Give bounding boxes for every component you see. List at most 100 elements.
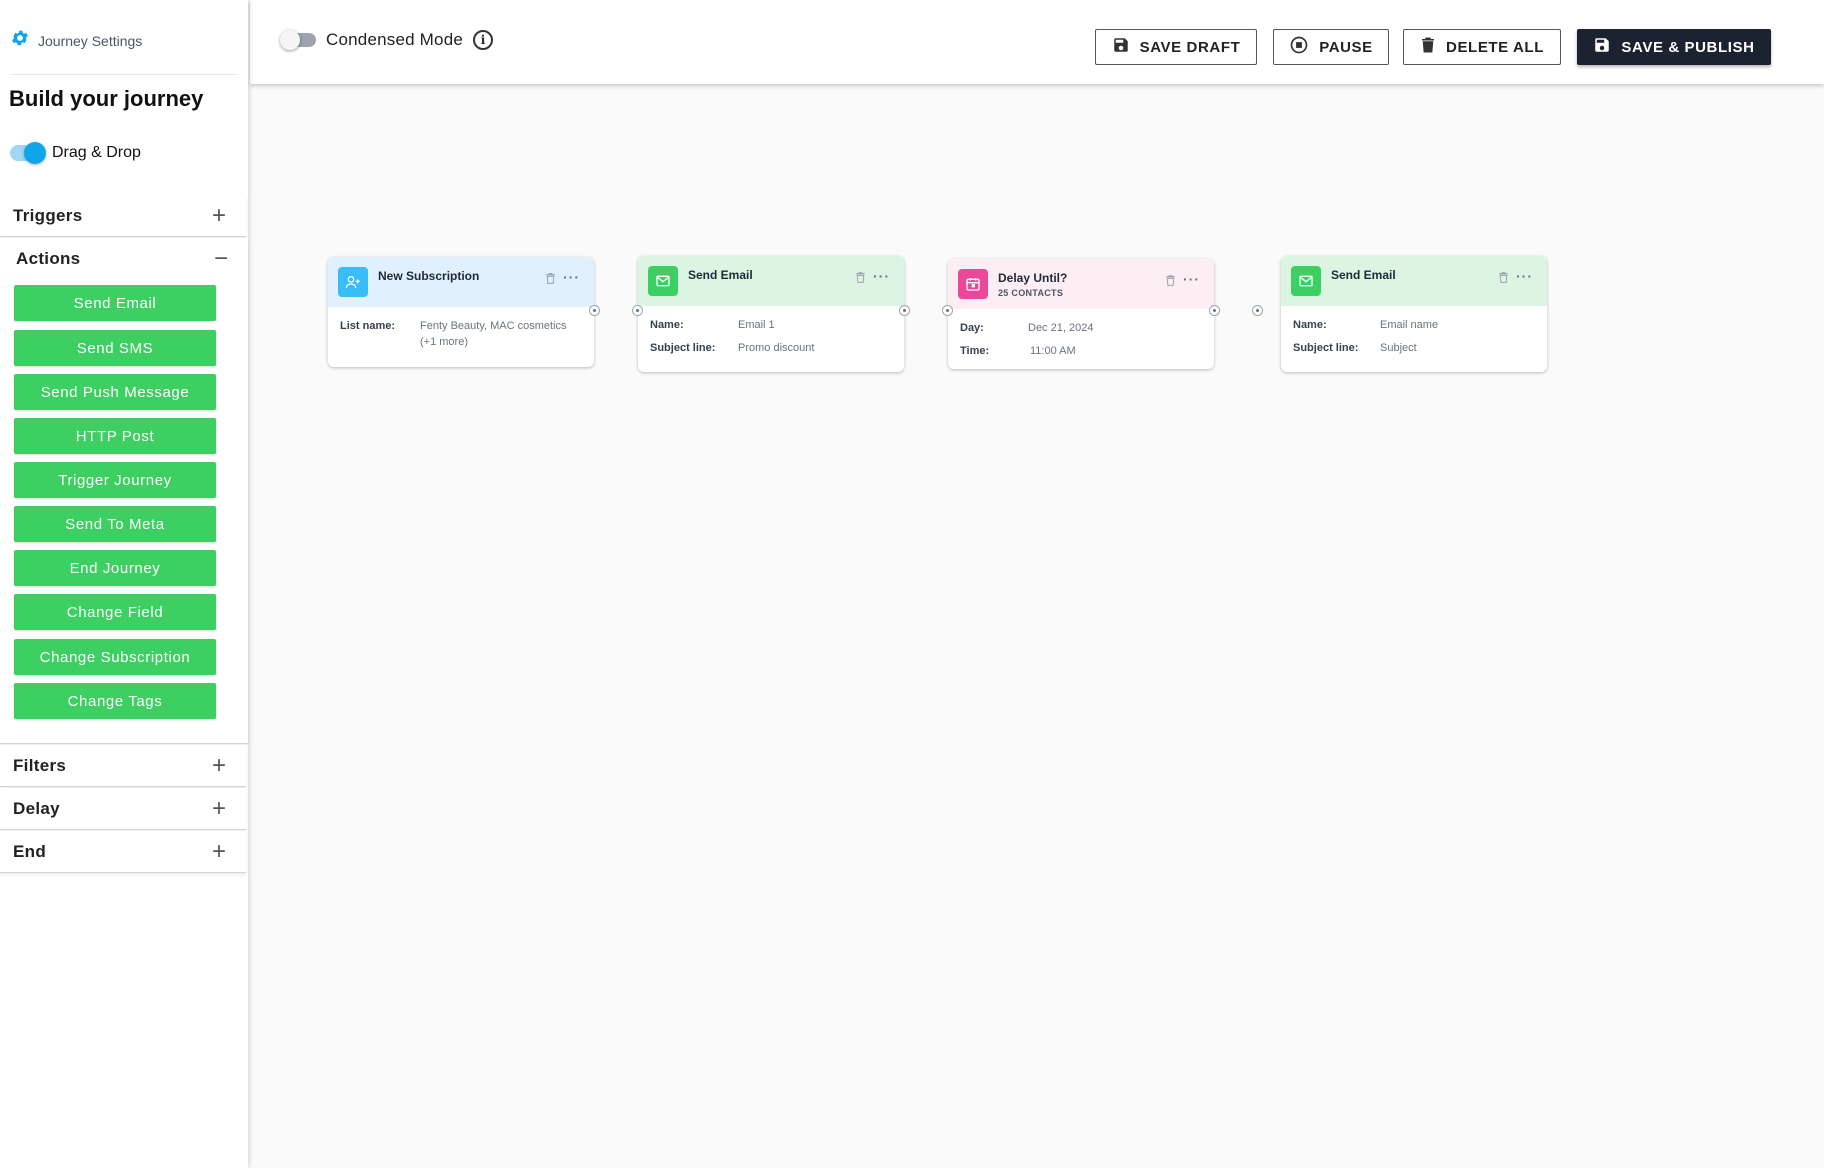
save-draft-button[interactable]: SAVE DRAFT — [1095, 29, 1257, 65]
section-actions-header[interactable]: Actions − — [0, 238, 248, 280]
node-header: Send Email ··· — [638, 256, 904, 306]
plus-icon[interactable]: + — [212, 839, 226, 864]
connector-handle[interactable] — [1209, 305, 1220, 316]
node-body: Name: Email name Subject line: Subject — [1281, 306, 1547, 374]
section-filters[interactable]: Filters + — [0, 745, 246, 787]
trash-icon — [1420, 36, 1436, 58]
condensed-mode-toggle[interactable] — [280, 30, 316, 50]
action-change-tags[interactable]: Change Tags — [14, 683, 216, 719]
toggle-knob — [24, 142, 46, 164]
plus-icon[interactable]: + — [212, 203, 226, 228]
node-field: Subject line: Promo discount — [650, 341, 892, 357]
node-field: List name: Fenty Beauty, MAC cosmetics (… — [340, 319, 582, 351]
action-end-journey[interactable]: End Journey — [14, 550, 216, 586]
toolbar: Condensed Mode i SAVE DRAFT PAUSE DELETE… — [250, 0, 1824, 84]
field-key: Subject line: — [650, 341, 716, 354]
node-field: Name: Email 1 — [650, 318, 892, 334]
stop-circle-icon — [1289, 35, 1309, 59]
field-key: Name: — [1293, 319, 1327, 331]
node-send-email[interactable]: Send Email ··· Name: Email name Subject … — [1281, 256, 1547, 372]
node-title: Send Email — [1331, 268, 1396, 282]
node-send-email[interactable]: Send Email ··· Name: Email 1 Subject lin… — [632, 256, 910, 374]
info-icon[interactable]: i — [473, 30, 494, 50]
more-icon[interactable]: ··· — [563, 269, 580, 285]
connector-handle[interactable] — [632, 305, 643, 316]
action-http-post[interactable]: HTTP Post — [14, 418, 216, 454]
action-change-subscription[interactable]: Change Subscription — [14, 639, 216, 675]
field-value: Fenty Beauty, MAC cosmetics (+1 more) — [420, 320, 567, 348]
node-delay-until[interactable]: Delay Until? 25 CONTACTS ··· Day: Dec 21… — [942, 259, 1220, 369]
more-icon[interactable]: ··· — [873, 268, 890, 284]
connector-handle[interactable] — [942, 305, 953, 316]
section-delay[interactable]: Delay + — [0, 788, 246, 830]
toggle-knob — [280, 30, 300, 50]
section-triggers[interactable]: Triggers + — [0, 195, 246, 237]
node-header: Send Email ··· — [1281, 256, 1547, 306]
action-change-field[interactable]: Change Field — [14, 594, 216, 630]
trash-icon[interactable] — [545, 272, 556, 290]
field-key: Name: — [650, 319, 684, 331]
node-body: Name: Email 1 Subject line: Promo discou… — [638, 306, 904, 374]
drag-drop-label: Drag & Drop — [52, 144, 141, 161]
node-header: Delay Until? 25 CONTACTS ··· — [948, 259, 1214, 309]
node-field: Name: Email name — [1293, 318, 1535, 334]
trash-icon[interactable] — [1165, 274, 1176, 292]
journey-settings-label: Journey Settings — [38, 32, 143, 49]
sidebar: Journey Settings Build your journey Drag… — [0, 0, 248, 1168]
save-publish-button[interactable]: SAVE & PUBLISH — [1577, 29, 1771, 65]
action-send-sms[interactable]: Send SMS — [14, 330, 216, 366]
connector-handle[interactable] — [899, 305, 910, 316]
node-subtitle: 25 CONTACTS — [998, 288, 1064, 298]
delete-all-button[interactable]: DELETE ALL — [1403, 29, 1561, 65]
mail-icon — [648, 266, 678, 296]
trash-icon[interactable] — [1498, 271, 1509, 289]
save-publish-label: SAVE & PUBLISH — [1621, 38, 1755, 56]
connector-handle[interactable] — [1252, 305, 1263, 316]
field-key: Subject line: — [1293, 341, 1359, 354]
node-new-subscription[interactable]: New Subscription ··· List name: Fenty Be… — [328, 257, 600, 368]
field-value: Email name — [1380, 319, 1439, 331]
pause-label: PAUSE — [1319, 38, 1373, 56]
action-send-to-meta[interactable]: Send To Meta — [14, 506, 216, 542]
field-value: 11:00 AM — [1030, 344, 1076, 357]
node-field: Time: 11:00 AM — [960, 344, 1202, 360]
trash-icon[interactable] — [855, 271, 866, 289]
more-icon[interactable]: ··· — [1183, 271, 1200, 287]
node-field: Day: Dec 21, 2024 — [960, 321, 1202, 337]
section-triggers-title: Triggers — [13, 205, 83, 225]
action-trigger-journey[interactable]: Trigger Journey — [14, 462, 216, 498]
journey-canvas[interactable] — [250, 84, 1824, 1168]
mail-icon — [1291, 266, 1321, 296]
field-value: Subject — [1380, 341, 1417, 354]
node-title: Send Email — [688, 268, 753, 282]
node-title: New Subscription — [378, 269, 480, 283]
condensed-mode-label: Condensed Mode — [326, 30, 464, 49]
more-icon[interactable]: ··· — [1516, 268, 1533, 284]
gear-icon — [10, 28, 30, 53]
node-field: Subject line: Subject — [1293, 341, 1535, 357]
minus-icon[interactable]: − — [214, 245, 228, 273]
journey-settings-link[interactable]: Journey Settings — [10, 28, 142, 53]
section-end[interactable]: End + — [0, 831, 246, 873]
field-key: List name: — [340, 320, 396, 332]
user-plus-icon — [338, 267, 368, 297]
field-value: Promo discount — [738, 341, 815, 354]
action-send-email[interactable]: Send Email — [14, 285, 216, 321]
drag-drop-toggle[interactable] — [10, 142, 46, 164]
field-value: Email 1 — [738, 319, 775, 331]
plus-icon[interactable]: + — [212, 753, 226, 778]
calendar-icon — [958, 269, 988, 299]
field-key: Day: — [960, 322, 984, 334]
plus-icon[interactable]: + — [212, 796, 226, 821]
pause-button[interactable]: PAUSE — [1273, 29, 1389, 65]
action-send-push-message[interactable]: Send Push Message — [14, 374, 216, 410]
node-header: New Subscription ··· — [328, 257, 594, 307]
node-body: Day: Dec 21, 2024 Time: 11:00 AM — [948, 309, 1214, 377]
connector-handle[interactable] — [589, 305, 600, 316]
drag-drop-toggle-row[interactable]: Drag & Drop — [10, 142, 141, 164]
condensed-mode-row: Condensed Mode i — [280, 30, 494, 50]
section-actions-title: Actions — [16, 249, 81, 268]
node-body: List name: Fenty Beauty, MAC cosmetics (… — [328, 307, 594, 368]
section-filters-title: Filters — [13, 755, 67, 775]
field-key: Time: — [960, 344, 990, 357]
